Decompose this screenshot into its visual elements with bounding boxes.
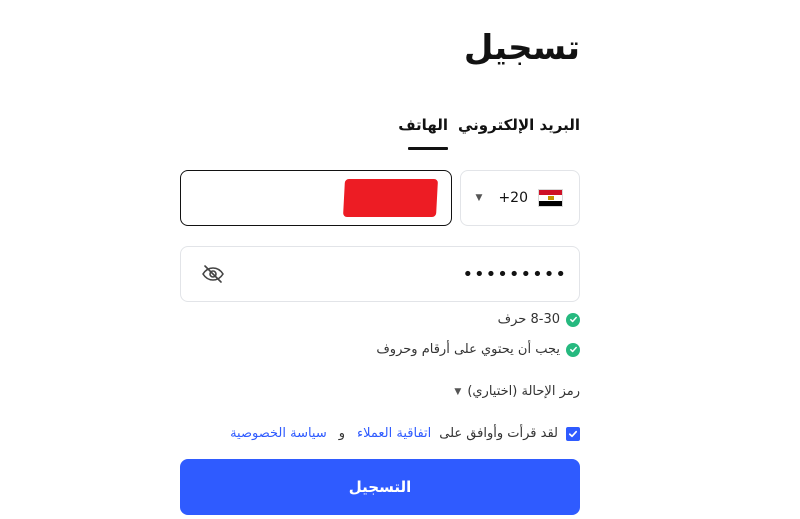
agreement-and: و — [338, 426, 346, 441]
tab-email[interactable]: البريد الإلكتروني — [458, 116, 580, 134]
redaction-mark — [343, 179, 438, 217]
check-circle-icon — [566, 312, 580, 327]
caret-down-icon: ▼ — [454, 386, 462, 397]
register-button[interactable]: التسجيل — [180, 459, 580, 515]
page-title: تسجيل — [463, 28, 580, 68]
privacy-link[interactable]: سياسة الخصوصية — [230, 426, 327, 441]
rule-alnum: يجب أن يحتوي على أرقام وحروف — [376, 342, 580, 357]
country-code-selector[interactable]: ▼ +20 — [460, 170, 580, 226]
agreement-row: لقد قرأت وأوافق على اتفاقية العملاء و سي… — [230, 426, 580, 441]
terms-link[interactable]: اتفاقية العملاء — [357, 426, 431, 441]
agreement-prefix: لقد قرأت وأوافق على — [439, 426, 558, 441]
rule-length: 8-30 حرف — [498, 312, 580, 327]
dial-code: +20 — [498, 190, 528, 206]
password-field[interactable] — [180, 246, 580, 302]
egypt-flag-icon — [538, 189, 563, 207]
check-circle-icon — [566, 342, 580, 357]
rule-alnum-text: يجب أن يحتوي على أرقام وحروف — [376, 342, 560, 357]
referral-label: رمز الإحالة (اختياري) — [467, 384, 580, 399]
rule-length-text: 8-30 حرف — [497, 312, 560, 327]
eye-off-icon[interactable] — [201, 262, 225, 286]
password-input[interactable] — [367, 263, 567, 285]
tab-phone[interactable]: الهاتف — [398, 116, 448, 134]
agree-checkbox[interactable] — [566, 426, 580, 441]
referral-code-toggle[interactable]: رمز الإحالة (اختياري) ▼ — [454, 384, 580, 399]
phone-field[interactable] — [180, 170, 452, 226]
active-tab-indicator — [408, 147, 448, 150]
caret-down-icon: ▼ — [475, 193, 483, 203]
